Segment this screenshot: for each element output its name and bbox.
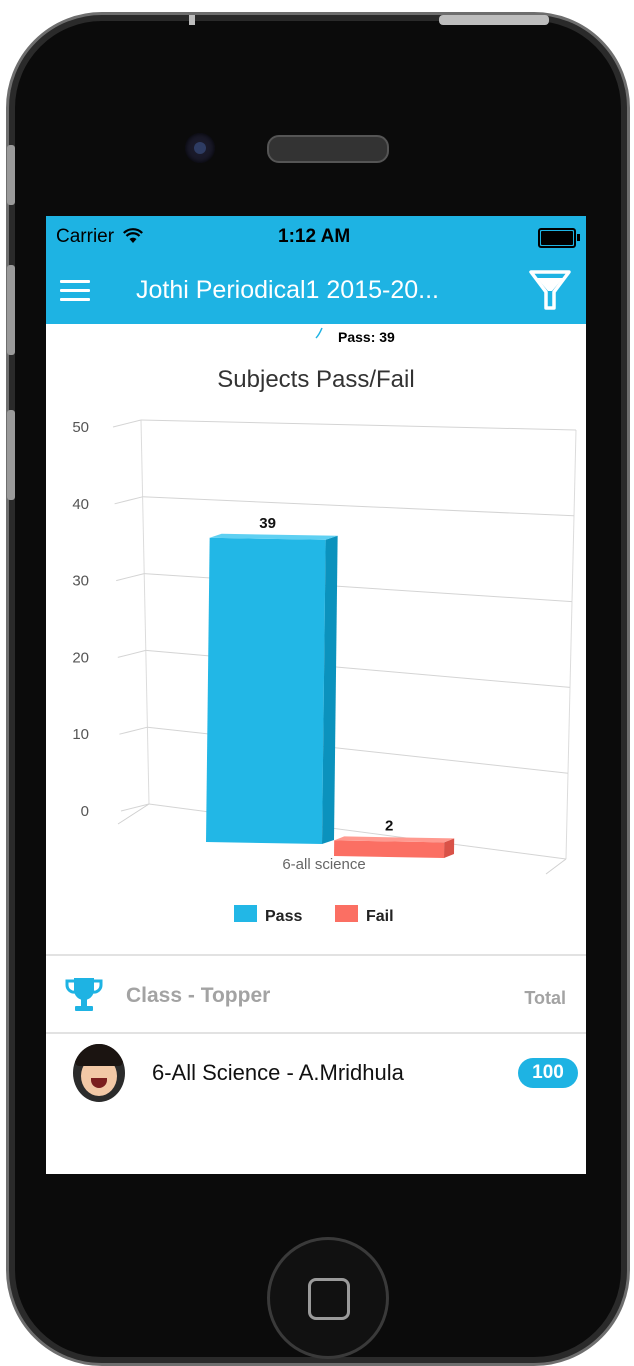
avatar bbox=[73, 1044, 125, 1102]
total-header-label: Total bbox=[524, 988, 566, 1008]
chart-plot: 0 10 20 30 40 50 39 2 6-all science Pass Fail bbox=[72, 327, 577, 925]
legend-swatch-pass bbox=[234, 905, 257, 922]
chart-back-wall-right-edge bbox=[565, 429, 577, 860]
gridline-side bbox=[117, 649, 146, 658]
carrier-text: Carrier bbox=[56, 226, 115, 247]
home-button[interactable] bbox=[267, 1237, 389, 1359]
gridline bbox=[142, 496, 575, 517]
power-button bbox=[189, 15, 195, 25]
data-label: 39 bbox=[259, 515, 276, 532]
y-tick-label: 0 bbox=[81, 803, 89, 820]
app-bar: Jothi Periodical1 2015-20... bbox=[46, 256, 586, 324]
gridline-side bbox=[112, 419, 142, 428]
filter-icon[interactable] bbox=[528, 268, 572, 312]
app-screen: Carrier 1:12 AM Jothi Periodical1 2015-2… bbox=[46, 216, 586, 1174]
trophy-icon bbox=[65, 978, 103, 1011]
gridline bbox=[140, 419, 577, 431]
gridline bbox=[144, 573, 573, 603]
chart-back-wall-left-edge bbox=[140, 419, 150, 805]
y-tick-label: 40 bbox=[72, 496, 89, 513]
topper-name: 6-All Science - A.Mridhula bbox=[152, 1060, 404, 1085]
clock: 1:12 AM bbox=[278, 226, 351, 247]
speaker-grille bbox=[267, 135, 389, 163]
gridline-side bbox=[116, 573, 145, 582]
y-tick-label: 10 bbox=[72, 726, 89, 743]
gridline-side bbox=[114, 496, 143, 505]
bar-pass bbox=[206, 537, 326, 844]
topper-header-label: Class - Topper bbox=[126, 984, 271, 1007]
home-square-icon bbox=[308, 1278, 350, 1320]
volume-down-button bbox=[7, 410, 15, 500]
chart-floor-right-edge bbox=[545, 858, 567, 875]
y-tick-label: 30 bbox=[72, 573, 89, 590]
sleep-button bbox=[439, 15, 549, 25]
wifi-icon bbox=[123, 228, 144, 243]
list-item[interactable]: 6-All Science - A.Mridhula 100 bbox=[46, 1034, 586, 1114]
battery-icon bbox=[538, 228, 580, 248]
legend-swatch-fail bbox=[335, 905, 358, 922]
gridline-side bbox=[119, 726, 148, 735]
topper-header: Class - Topper Total bbox=[46, 956, 586, 1032]
camera-icon bbox=[185, 133, 215, 163]
mute-switch bbox=[7, 145, 15, 205]
pass-fail-chart: Pass: 39 Subjects Pass/Fail 0 10 20 30 40 50 3… bbox=[46, 324, 586, 954]
total-badge: 100 bbox=[518, 1058, 578, 1088]
tooltip-pointer bbox=[315, 327, 323, 339]
y-tick-label: 20 bbox=[72, 649, 89, 666]
x-category-label: 6-all science bbox=[282, 856, 365, 873]
app-title: Jothi Periodical1 2015-20... bbox=[136, 276, 439, 304]
legend-label-fail: Fail bbox=[366, 908, 394, 925]
volume-up-button bbox=[7, 265, 15, 355]
menu-icon[interactable] bbox=[60, 280, 90, 302]
legend-label-pass: Pass bbox=[265, 908, 302, 925]
y-tick-label: 50 bbox=[72, 419, 89, 436]
status-bar: Carrier 1:12 AM bbox=[46, 216, 586, 256]
chart-floor-left-edge bbox=[117, 803, 150, 825]
carrier-label: Carrier bbox=[56, 226, 144, 248]
data-label: 2 bbox=[385, 817, 393, 834]
gridline-side bbox=[120, 803, 150, 812]
